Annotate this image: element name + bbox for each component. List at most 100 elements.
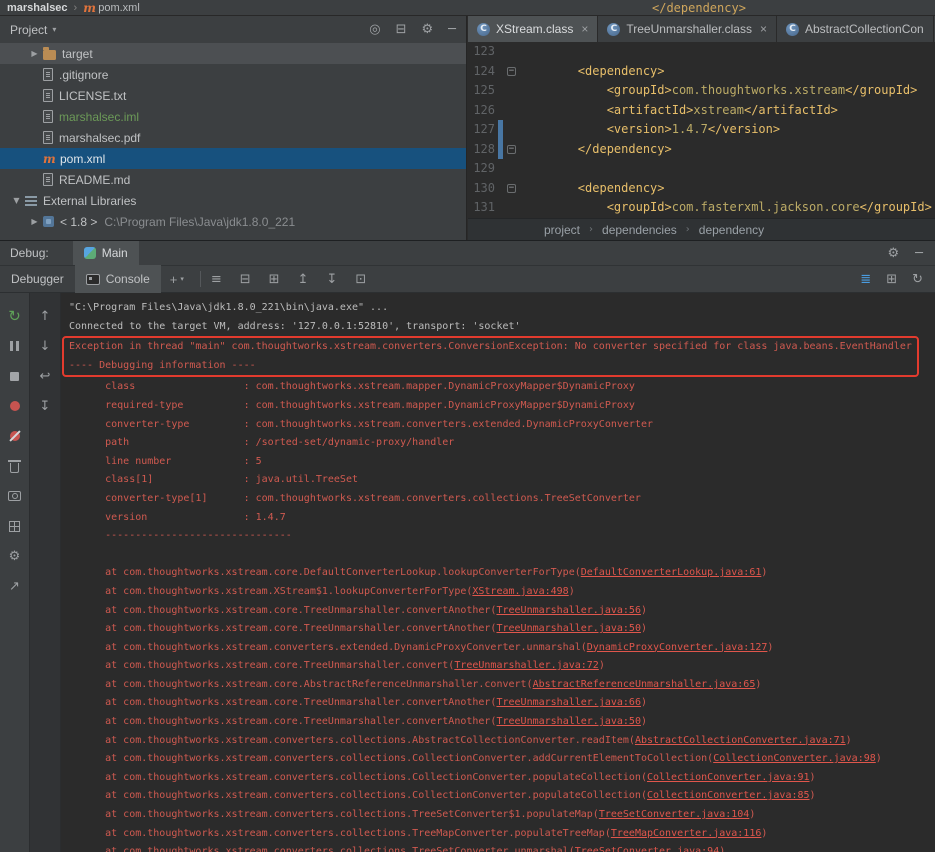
tree-item-marshalsec.pdf[interactable]: marshalsec.pdf bbox=[0, 127, 466, 148]
console-line: at com.thoughtworks.xstream.converters.c… bbox=[69, 843, 935, 852]
fold-icon[interactable]: − bbox=[507, 67, 516, 76]
tab-debugger[interactable]: Debugger bbox=[0, 265, 75, 293]
mute-breakpoints-button[interactable] bbox=[0, 421, 29, 451]
stack-trace-link[interactable]: TreeUnmarshaller.java:50 bbox=[496, 623, 641, 634]
grid-view-icon[interactable]: ⊞ bbox=[886, 273, 897, 286]
stack-trace-link[interactable]: TreeMapConverter.java:116 bbox=[611, 828, 762, 839]
close-icon[interactable]: × bbox=[760, 22, 767, 36]
stack-trace-link[interactable]: TreeUnmarshaller.java:56 bbox=[496, 605, 641, 616]
stack-trace-link[interactable]: AbstractReferenceUnmarshaller.java:65 bbox=[533, 679, 756, 690]
hide-icon[interactable]: ─ bbox=[448, 23, 456, 36]
stack-trace-link[interactable]: XStream.java:498 bbox=[472, 586, 568, 597]
code-editor[interactable]: 123124− <dependency>125 <groupId>com.tho… bbox=[468, 42, 935, 218]
pause-button[interactable] bbox=[0, 331, 29, 361]
editor-pane: XStream.class×TreeUnmarshaller.class×Abs… bbox=[468, 16, 935, 240]
settings-icon[interactable]: ⚙ bbox=[422, 23, 434, 36]
debug-window-label: Debug: bbox=[0, 246, 59, 260]
stack-trace-link[interactable]: TreeUnmarshaller.java:50 bbox=[496, 716, 641, 727]
breadcrumb-item-dependencies[interactable]: dependencies bbox=[602, 223, 677, 237]
fold-gutter bbox=[503, 42, 520, 62]
stack-trace-link[interactable]: TreeSetConverter.java:94 bbox=[575, 846, 720, 852]
debug-session-tab[interactable]: Main bbox=[73, 241, 139, 265]
up-stack-button[interactable]: ↑ bbox=[30, 301, 60, 331]
stack-trace-link[interactable]: TreeUnmarshaller.java:66 bbox=[496, 697, 641, 708]
layout-button[interactable] bbox=[0, 511, 29, 541]
breadcrumb-item-dependency[interactable]: dependency bbox=[699, 223, 764, 237]
tree-item-.gitignore[interactable]: .gitignore bbox=[0, 64, 466, 85]
chevron-down-icon[interactable]: ▾ bbox=[180, 275, 184, 283]
clear-console-button[interactable] bbox=[0, 451, 29, 481]
tab-console[interactable]: Console bbox=[75, 265, 161, 293]
console-line: at com.thoughtworks.xstream.core.Default… bbox=[69, 564, 935, 583]
close-icon[interactable]: × bbox=[581, 22, 588, 36]
tree-item-path: C:\Program Files\Java\jdk1.8.0_221 bbox=[104, 215, 295, 229]
fold-icon[interactable]: − bbox=[507, 184, 516, 193]
down-stack-button[interactable]: ↓ bbox=[30, 331, 60, 361]
scroll-up-icon[interactable]: ↥ bbox=[298, 273, 309, 286]
exception-highlight-box: Exception in thread "main" com.thoughtwo… bbox=[62, 336, 919, 377]
layout-settings-icon[interactable]: ≣ bbox=[860, 273, 871, 286]
screenshot-button[interactable] bbox=[0, 481, 29, 511]
scroll-end-button[interactable]: ↧ bbox=[30, 391, 60, 421]
editor-tab-treeunmarshaller.class[interactable]: TreeUnmarshaller.class× bbox=[598, 16, 777, 42]
settings-icon[interactable]: ⚙ bbox=[888, 247, 900, 260]
stack-trace-link[interactable]: DynamicProxyConverter.java:127 bbox=[587, 642, 768, 653]
stack-trace-link[interactable]: AbstractCollectionConverter.java:71 bbox=[635, 735, 846, 746]
debug-body: ↻ ⚙↗ ↑↓↩ ↧ "C:\Program Files\Java\jdk1.8.0… bbox=[0, 293, 935, 852]
chevron-down-icon[interactable]: ▼ bbox=[8, 196, 25, 205]
tree-item-marshalsec.iml[interactable]: marshalsec.iml bbox=[0, 106, 466, 127]
chevron-down-icon[interactable]: ▾ bbox=[52, 25, 56, 34]
stack-trace-link[interactable]: CollectionConverter.java:85 bbox=[647, 790, 810, 801]
pin-button[interactable]: ↗ bbox=[0, 571, 29, 601]
chevron-right-icon[interactable]: ▶ bbox=[26, 49, 43, 58]
console-line: converter-type : com.thoughtworks.xstrea… bbox=[69, 416, 935, 435]
stack-trace-link[interactable]: DefaultConverterLookup.java:61 bbox=[581, 567, 762, 578]
file-icon bbox=[43, 173, 53, 186]
fold-gutter bbox=[503, 198, 520, 218]
console-line: at com.thoughtworks.xstream.converters.c… bbox=[69, 769, 935, 788]
console-line: converter-type[1] : com.thoughtworks.xst… bbox=[69, 490, 935, 509]
tree-item-target[interactable]: ▶target bbox=[0, 43, 466, 64]
console-line: at com.thoughtworks.xstream.converters.c… bbox=[69, 787, 935, 806]
add-console-tab-button[interactable]: + bbox=[170, 272, 178, 287]
run-configuration-icon bbox=[84, 247, 96, 259]
locate-icon[interactable]: ◎ bbox=[369, 23, 380, 36]
file-icon bbox=[43, 110, 53, 123]
chevron-right-icon[interactable]: ▶ bbox=[26, 217, 43, 226]
editor-tab-abstractcollectioncon[interactable]: AbstractCollectionCon bbox=[777, 16, 934, 42]
breadcrumb-item-project[interactable]: project bbox=[544, 223, 580, 237]
tree-item-external-libraries[interactable]: ▼ External Libraries bbox=[0, 190, 466, 211]
tree-item-1.8[interactable]: ▶< 1.8 >C:\Program Files\Java\jdk1.8.0_2… bbox=[0, 211, 466, 232]
project-panel-title[interactable]: Project bbox=[10, 23, 47, 37]
stack-trace-link[interactable]: TreeSetConverter.java:104 bbox=[599, 809, 750, 820]
fold-gutter bbox=[503, 120, 520, 140]
settings-button[interactable]: ⚙ bbox=[0, 541, 29, 571]
stack-trace-link[interactable]: CollectionConverter.java:91 bbox=[647, 772, 810, 783]
code-text: <groupId>com.fasterxml.jackson.core</gro… bbox=[520, 198, 932, 218]
console-output[interactable]: "C:\Program Files\Java\jdk1.8.0_221\bin\… bbox=[61, 293, 935, 852]
tree-item-readme.md[interactable]: README.md bbox=[0, 169, 466, 190]
wrap-lines-icon[interactable]: ≡ bbox=[211, 273, 222, 286]
console-line: class[1] : java.util.TreeSet bbox=[69, 471, 935, 490]
rerun-button[interactable]: ↻ bbox=[0, 301, 29, 331]
tree-item-pom.xml[interactable]: pom.xml bbox=[0, 148, 466, 169]
stop-button[interactable] bbox=[0, 361, 29, 391]
refresh-icon[interactable]: ↻ bbox=[912, 273, 923, 286]
stack-trace-link[interactable]: TreeUnmarshaller.java:72 bbox=[454, 660, 599, 671]
scroll-to-end-icon[interactable]: ↧ bbox=[326, 273, 337, 286]
expand-all-icon[interactable]: ⊞ bbox=[269, 273, 280, 286]
split-view-icon[interactable]: ⊡ bbox=[355, 273, 366, 286]
console-line: at com.thoughtworks.xstream.core.TreeUnm… bbox=[69, 602, 935, 621]
titlebar-file-name[interactable]: pom.xml bbox=[98, 2, 140, 14]
fold-icon[interactable]: − bbox=[507, 145, 516, 154]
stack-trace-link[interactable]: CollectionConverter.java:98 bbox=[713, 753, 876, 764]
collapse-all-icon[interactable]: ⊟ bbox=[396, 23, 407, 36]
collapse-all-icon[interactable]: ⊟ bbox=[240, 273, 251, 286]
scroll-end-icon: ↧ bbox=[40, 400, 51, 413]
tree-item-label: External Libraries bbox=[43, 194, 136, 208]
view-breakpoints-button[interactable] bbox=[0, 391, 29, 421]
soft-wrap-button[interactable]: ↩ bbox=[30, 361, 60, 391]
tree-item-license.txt[interactable]: LICENSE.txt bbox=[0, 85, 466, 106]
hide-icon[interactable]: ─ bbox=[915, 247, 923, 260]
editor-tab-xstream.class[interactable]: XStream.class× bbox=[468, 16, 598, 42]
